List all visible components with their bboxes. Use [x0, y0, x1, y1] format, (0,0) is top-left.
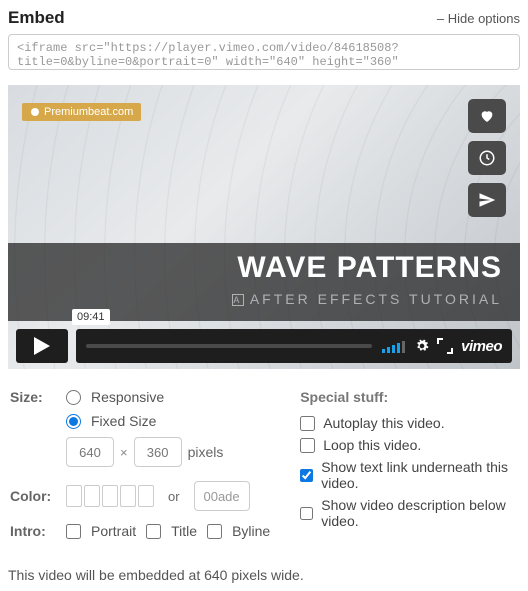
title-checkbox[interactable] [146, 524, 161, 539]
autoplay-label: Autoplay this video. [323, 415, 444, 431]
byline-checkbox[interactable] [207, 524, 222, 539]
settings-icon[interactable] [415, 339, 429, 353]
loop-checkbox[interactable] [300, 438, 315, 453]
responsive-radio[interactable] [66, 390, 81, 405]
textlink-checkbox[interactable] [300, 468, 313, 483]
vimeo-logo[interactable]: vimeo [461, 338, 502, 355]
autoplay-checkbox[interactable] [300, 416, 315, 431]
hide-options-link[interactable]: – Hide options [437, 11, 520, 26]
footer-note: This video will be embedded at 640 pixel… [8, 567, 520, 583]
byline-label: Byline [232, 523, 270, 539]
embed-code-textarea[interactable]: <iframe src="https://player.vimeo.com/vi… [8, 34, 520, 70]
height-input[interactable] [134, 437, 182, 467]
page-title: Embed [8, 8, 65, 28]
fullscreen-icon[interactable] [439, 340, 451, 352]
color-label: Color: [10, 488, 56, 504]
progress-bar[interactable]: 09:41 vimeo [76, 329, 512, 363]
duration-label: 09:41 [72, 309, 110, 325]
loop-label: Loop this video. [323, 437, 421, 453]
fixed-size-radio[interactable] [66, 414, 81, 429]
textlink-label: Show text link underneath this video. [321, 459, 518, 491]
color-hex-input[interactable] [194, 481, 250, 511]
intro-label: Intro: [10, 523, 56, 539]
times-symbol: × [120, 445, 128, 460]
special-stuff-label: Special stuff: [300, 389, 518, 405]
description-checkbox[interactable] [300, 506, 313, 521]
portrait-checkbox[interactable] [66, 524, 81, 539]
portrait-label: Portrait [91, 523, 136, 539]
like-button[interactable] [468, 99, 506, 133]
pixels-label: pixels [188, 444, 224, 460]
volume-icon[interactable] [382, 339, 405, 353]
video-subtitle: AAFTER EFFECTS TUTORIAL [26, 291, 502, 307]
color-swatches[interactable] [66, 485, 154, 507]
source-badge: Premiumbeat.com [22, 103, 141, 121]
watch-later-button[interactable] [468, 141, 506, 175]
or-label: or [168, 489, 180, 504]
title-label: Title [171, 523, 197, 539]
video-player[interactable]: Premiumbeat.com WAVE PATTERNS AAFTER EFF… [8, 85, 520, 369]
share-button[interactable] [468, 183, 506, 217]
fixed-size-label: Fixed Size [91, 413, 156, 429]
responsive-label: Responsive [91, 389, 164, 405]
video-title: WAVE PATTERNS [26, 251, 502, 285]
width-input[interactable] [66, 437, 114, 467]
description-label: Show video description below video. [321, 497, 518, 529]
play-button[interactable] [16, 329, 68, 363]
size-label: Size: [10, 389, 56, 405]
